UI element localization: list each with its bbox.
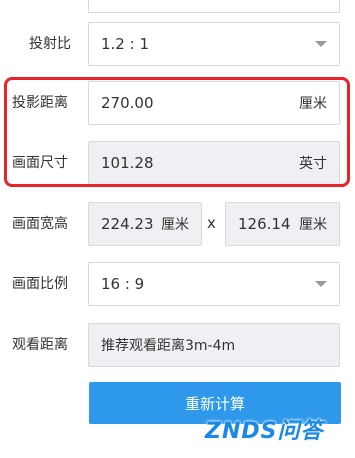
throw-ratio-value: 1.2 : 1 [101, 35, 149, 53]
viewing-distance-value: 推荐观看距离3m-4m [101, 338, 236, 354]
times-separator: x [207, 214, 216, 232]
screen-dimensions-label: 画面宽高 [12, 216, 68, 232]
previous-field-edge [0, 0, 355, 18]
watermark-text: ZNDS问答 [205, 419, 324, 444]
screen-height-unit: 厘米 [299, 217, 327, 233]
aspect-ratio-value: 16 : 9 [101, 275, 145, 293]
screen-width-field: 224.23 厘米 [88, 202, 202, 246]
znds-watermark: ZNDS问答 [205, 412, 323, 446]
throw-ratio-label: 投射比 [29, 36, 71, 52]
throw-ratio-select[interactable]: 1.2 : 1 [88, 22, 340, 66]
screen-width-value: 224.23 [101, 215, 154, 233]
screen-height-field: 126.14 厘米 [225, 202, 340, 246]
aspect-ratio-label: 画面比例 [12, 276, 68, 292]
highlight-box [4, 77, 350, 187]
viewing-distance-field: 推荐观看距离3m-4m [88, 323, 340, 367]
chevron-down-icon [315, 281, 327, 287]
aspect-ratio-select[interactable]: 16 : 9 [88, 262, 340, 306]
chevron-down-icon [315, 41, 327, 47]
screen-width-unit: 厘米 [161, 217, 189, 233]
screen-height-value: 126.14 [238, 215, 291, 233]
viewing-distance-label: 观看距离 [12, 337, 68, 353]
